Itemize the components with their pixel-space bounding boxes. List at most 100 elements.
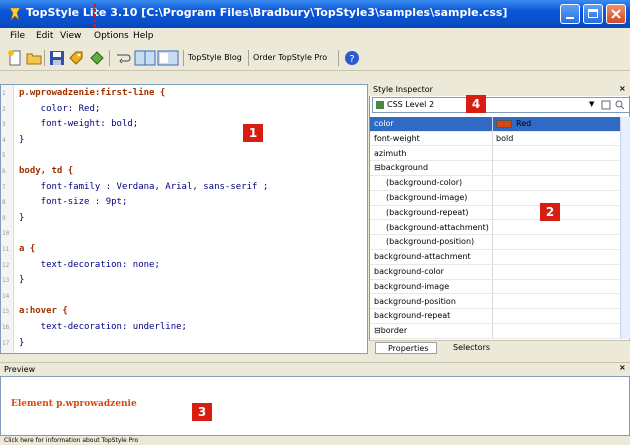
code-line[interactable]: font-size : 9pt;	[19, 197, 128, 207]
topstyle-blog-button[interactable]: TopStyle Blog	[188, 53, 242, 62]
property-row[interactable]: (background-repeat)	[370, 205, 620, 221]
search-icon[interactable]	[615, 100, 625, 110]
menu-help[interactable]: Help	[133, 31, 154, 41]
close-button[interactable]	[606, 4, 626, 24]
line-number: 7	[2, 183, 6, 191]
line-number: 9	[2, 214, 6, 222]
wrap-icon[interactable]	[114, 49, 132, 67]
minimize-icon	[566, 17, 574, 19]
preview-title: Preview	[4, 365, 36, 374]
property-name: background-attachment	[374, 252, 471, 262]
property-row[interactable]: background-image	[370, 279, 620, 295]
code-line[interactable]: }	[19, 275, 24, 285]
property-name: (background-color)	[386, 178, 463, 188]
column-divider	[492, 146, 493, 161]
line-number: 12	[2, 261, 10, 269]
property-name: background-image	[374, 281, 450, 291]
property-row[interactable]: ⊟border	[370, 324, 620, 339]
close-inspector-icon[interactable]: ×	[619, 84, 626, 93]
code-line[interactable]: body, td {	[19, 166, 73, 176]
line-number: 4	[2, 136, 6, 144]
callout-4: 4	[466, 95, 486, 113]
menu-edit[interactable]: Edit	[36, 31, 53, 41]
code-line[interactable]: }	[19, 338, 24, 348]
callout-1: 1	[243, 124, 263, 142]
code-line[interactable]: p.wprowadzenie:first-line {	[19, 88, 165, 98]
order-topstyle-pro-button[interactable]: Order TopStyle Pro	[253, 53, 327, 62]
css-level-select[interactable]: CSS Level 2 ▼	[372, 97, 630, 113]
column-divider	[492, 265, 493, 279]
property-row[interactable]: color Red	[370, 117, 620, 132]
property-row[interactable]: (background-position)	[370, 235, 620, 250]
property-name: background-repeat	[374, 311, 451, 321]
column-divider	[492, 250, 493, 265]
line-number: 5	[2, 152, 6, 160]
code-line[interactable]: a {	[19, 244, 35, 254]
menu-options[interactable]: Options	[94, 31, 129, 41]
property-value[interactable]: Red	[516, 119, 531, 128]
code-line[interactable]: font-family : Verdana, Arial, sans-serif…	[19, 182, 269, 192]
property-row[interactable]: background-color	[370, 265, 620, 280]
callout-2: 2	[540, 203, 560, 221]
new-file-icon[interactable]	[6, 49, 24, 67]
property-row[interactable]: (background-color)	[370, 176, 620, 191]
tag-icon[interactable]	[67, 49, 85, 67]
toolbar-separator	[338, 50, 339, 66]
style-inspector-title: Style Inspector	[373, 85, 433, 94]
callout-3: 3	[192, 403, 212, 421]
preview-pane: Element p.wprowadzenie	[0, 376, 630, 436]
toolbar-separator	[183, 50, 184, 66]
inspector-scrollbar[interactable]	[620, 117, 630, 339]
split-view-icon[interactable]	[134, 49, 156, 67]
color-swatch	[496, 120, 512, 128]
toolbar: TopStyle Blog Order TopStyle Pro ?	[0, 46, 630, 71]
property-row[interactable]: (background-image)	[370, 191, 620, 206]
tab-selectors[interactable]: Selectors	[441, 342, 499, 354]
code-line[interactable]: color: Red;	[19, 104, 101, 114]
tab-properties-label: Properties	[388, 344, 429, 353]
property-row[interactable]: (background-attachment)	[370, 220, 620, 236]
open-folder-icon[interactable]	[25, 49, 43, 67]
minimize-button[interactable]	[560, 4, 580, 24]
chevron-down-icon[interactable]: ▼	[589, 100, 594, 108]
close-preview-icon[interactable]: ×	[619, 363, 626, 372]
property-row[interactable]: font-weight bold	[370, 131, 620, 147]
property-name: (background-position)	[386, 237, 475, 247]
code-editor[interactable]: 1 2 3 4 5 6 7 8 9 10 11 12 13 14 15 16 17 p.wprowadzenie…	[0, 84, 368, 354]
toolbar-separator	[44, 50, 45, 66]
column-divider	[492, 235, 493, 250]
code-line[interactable]: font-weight: bold;	[19, 119, 139, 129]
line-number: 10	[2, 230, 10, 238]
property-row[interactable]: azimuth	[370, 146, 620, 162]
publish-icon[interactable]	[88, 49, 106, 67]
menu-bar: File Edit View Options Help	[0, 28, 630, 46]
property-name: ⊟border	[374, 326, 408, 336]
column-divider	[492, 324, 493, 339]
code-line[interactable]: }	[19, 213, 24, 223]
property-row[interactable]: background-repeat	[370, 309, 620, 324]
preview-header: Preview ×	[0, 362, 630, 377]
property-row[interactable]: background-position	[370, 294, 620, 310]
column-divider	[492, 205, 493, 220]
property-row[interactable]: background-attachment	[370, 250, 620, 265]
line-number: 16	[2, 324, 10, 331]
help-icon[interactable]: ?	[343, 49, 361, 67]
column-divider	[492, 191, 493, 205]
preview-pane-icon[interactable]	[157, 49, 179, 67]
tab-properties[interactable]: Properties	[375, 342, 437, 354]
code-line[interactable]: text-decoration: underline;	[19, 322, 187, 332]
menu-file[interactable]: File	[10, 31, 25, 41]
maximize-button[interactable]	[583, 4, 603, 24]
app-window: TopStyle Lite 3.10 [C:\Program Files\Bra…	[0, 0, 630, 445]
save-icon[interactable]	[48, 49, 66, 67]
code-line[interactable]: a:hover {	[19, 306, 68, 316]
property-value[interactable]: bold	[496, 134, 513, 143]
property-row[interactable]: ⊟background	[370, 161, 620, 176]
code-line[interactable]: }	[19, 135, 24, 145]
line-number: 15	[2, 308, 10, 316]
status-bar[interactable]: Click here for information about TopStyl…	[0, 436, 630, 445]
properties-view-icon[interactable]	[601, 100, 611, 110]
menu-view[interactable]: View	[60, 31, 81, 41]
code-line[interactable]: text-decoration: none;	[19, 260, 160, 270]
line-number: 14	[2, 292, 10, 300]
